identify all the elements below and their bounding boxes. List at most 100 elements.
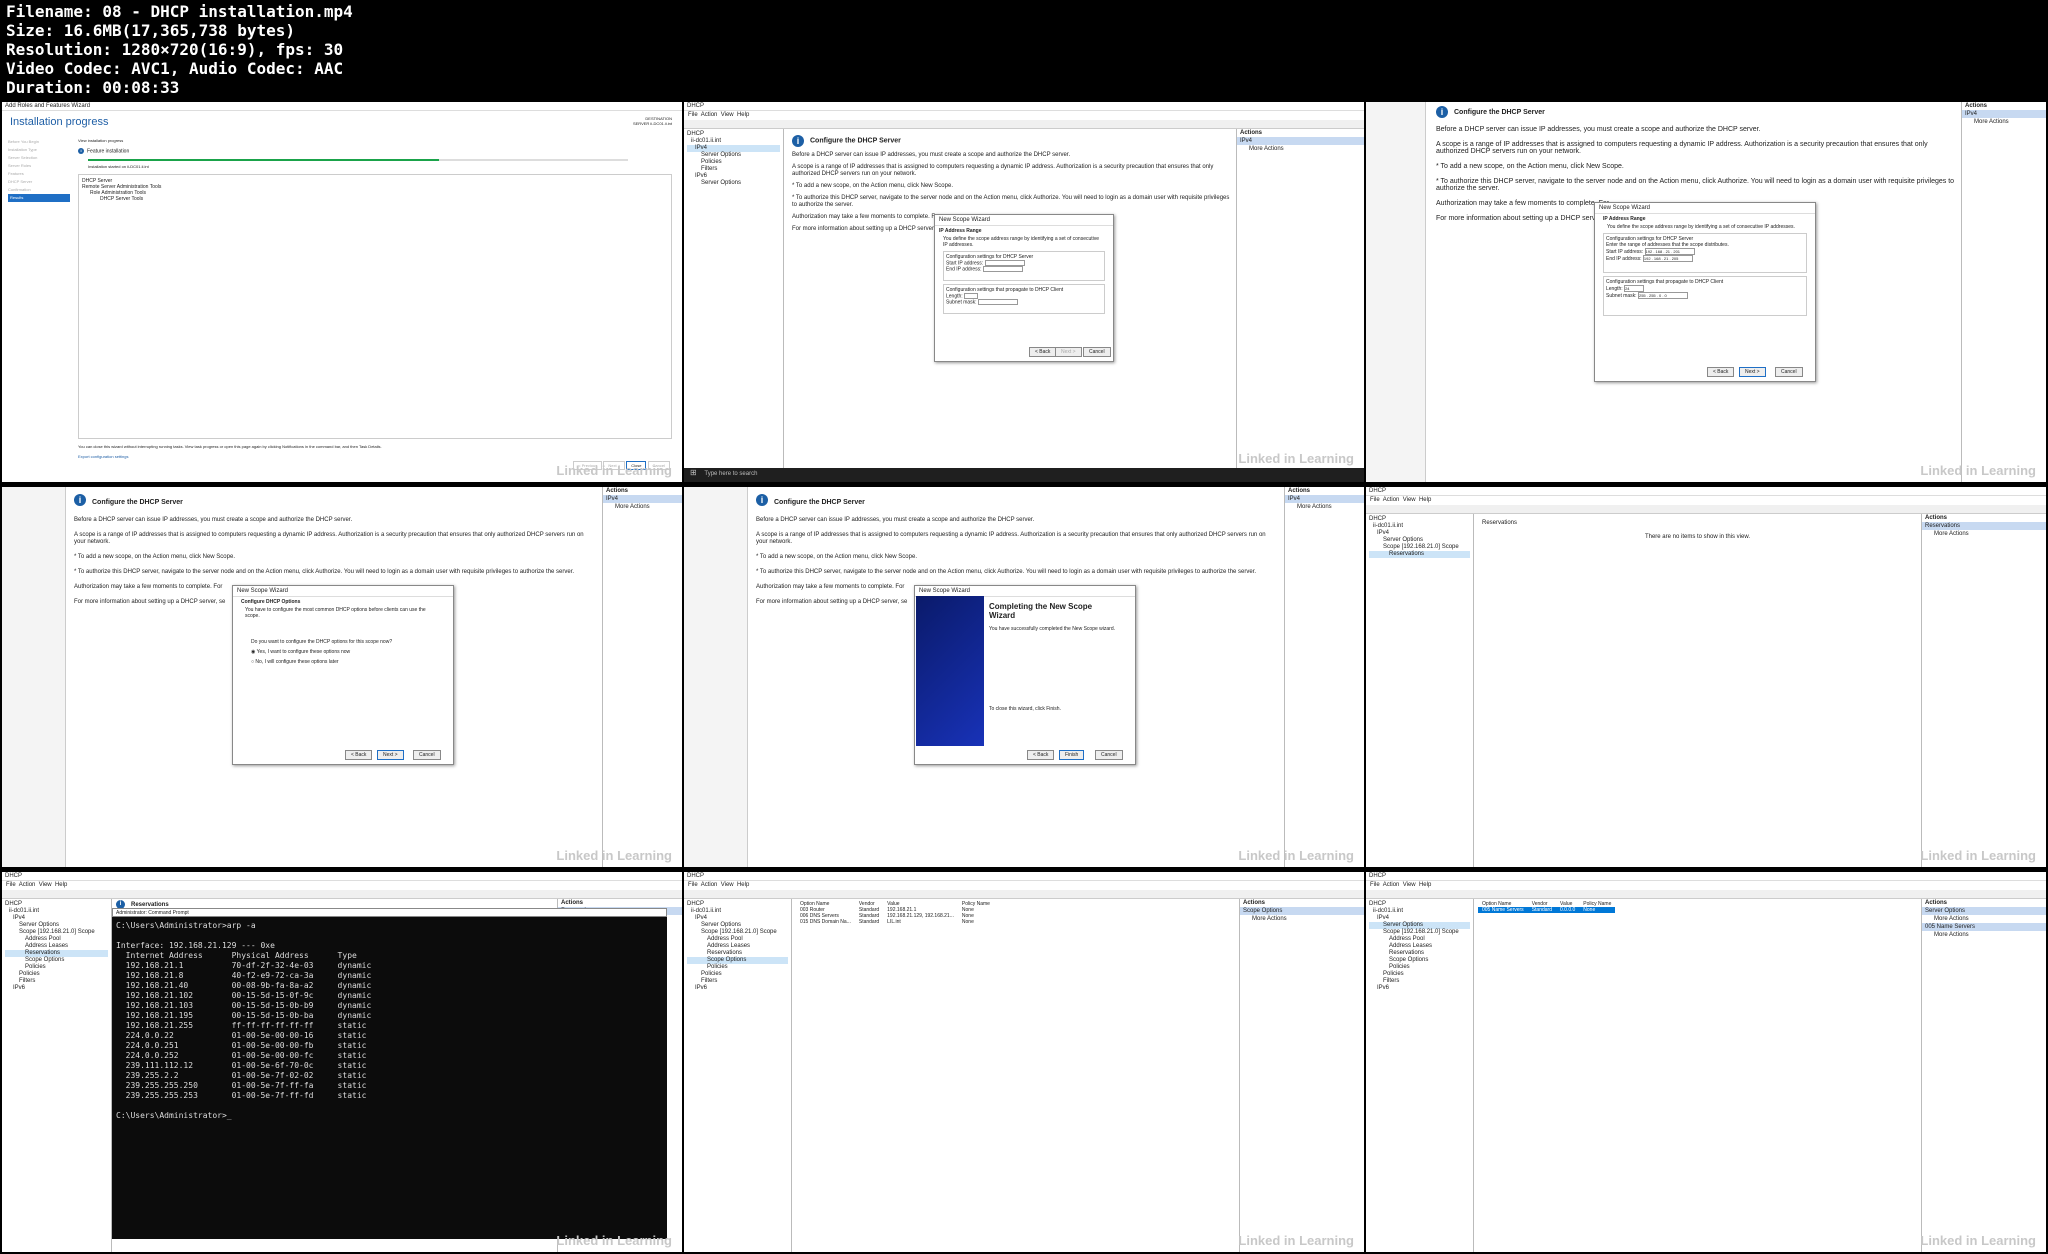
tree-node[interactable]: DHCP <box>1369 901 1470 908</box>
tree-node[interactable]: IPv4 <box>687 145 780 152</box>
more-actions[interactable]: More Actions <box>1285 503 1364 511</box>
menu-help[interactable]: Help <box>1419 497 1431 503</box>
tree-node[interactable]: Filters <box>5 978 108 985</box>
menu-view[interactable]: View <box>721 882 734 888</box>
nav-item[interactable]: Before You Begin <box>8 138 70 146</box>
tree-node[interactable]: Server Options <box>1369 537 1470 544</box>
back-button[interactable]: < Back <box>1029 347 1057 357</box>
more-actions[interactable]: More Actions <box>1237 145 1364 153</box>
actions-reservations[interactable]: Reservations <box>1922 522 2046 530</box>
tree-node[interactable]: Filters <box>687 166 780 173</box>
actions-name-servers[interactable]: 005 Name Servers <box>1922 923 2046 931</box>
subnet-input[interactable]: 255 . 255 . 0 . 0 <box>1637 292 1688 299</box>
radio-yes[interactable]: ◉ Yes, I want to configure these options… <box>233 647 453 657</box>
tree-node[interactable]: IPv4 <box>1369 915 1470 922</box>
menu-view[interactable]: View <box>39 882 52 888</box>
start-ip-input[interactable]: 192 . 168 . 21 . 201 <box>1644 248 1695 255</box>
menu-action[interactable]: Action <box>701 882 718 888</box>
tree-node[interactable]: DHCP <box>1369 516 1470 523</box>
actions-ipv4[interactable]: IPv4 <box>1237 137 1364 145</box>
menu-view[interactable]: View <box>721 112 734 118</box>
menu-help[interactable]: Help <box>1419 882 1431 888</box>
subnet-input[interactable] <box>977 299 1018 306</box>
tree-node[interactable]: Server Options <box>1369 922 1470 929</box>
tree-node[interactable]: Scope [192.168.21.0] Scope <box>687 929 788 936</box>
tree-node[interactable]: Scope Options <box>1369 957 1470 964</box>
nav-item[interactable]: Confirmation <box>8 186 70 194</box>
nav-item[interactable]: Server Selection <box>8 154 70 162</box>
menu-file[interactable]: File <box>1370 497 1380 503</box>
actions-server-options[interactable]: Server Options <box>1922 907 2046 915</box>
tree-node[interactable]: IPv6 <box>687 985 788 992</box>
tree-node[interactable]: IPv6 <box>687 173 780 180</box>
actions-ipv4[interactable]: IPv4 <box>1962 110 2046 118</box>
tree-node[interactable]: Server Options <box>687 152 780 159</box>
back-button[interactable]: < Back <box>345 750 373 760</box>
tree-node[interactable]: DHCP <box>687 901 788 908</box>
more-actions[interactable]: More Actions <box>1922 931 2046 939</box>
tree-node[interactable]: Scope [192.168.21.0] Scope <box>1369 929 1470 936</box>
tree-node[interactable]: Address Leases <box>5 943 108 950</box>
taskbar-search[interactable]: Type here to search <box>704 471 757 477</box>
tree-node[interactable]: Policies <box>687 964 788 971</box>
export-link[interactable]: Export configuration settings <box>78 454 128 459</box>
tree-node[interactable]: IPv4 <box>5 915 108 922</box>
tree-node[interactable]: Scope [192.168.21.0] Scope <box>1369 544 1470 551</box>
menu-file[interactable]: File <box>688 112 698 118</box>
tree-node[interactable]: Policies <box>5 964 108 971</box>
tree-node[interactable]: Policies <box>1369 964 1470 971</box>
tree-node[interactable]: DHCP <box>687 131 780 138</box>
start-ip-input[interactable] <box>984 260 1025 266</box>
windows-icon[interactable]: ⊞ <box>690 468 697 477</box>
table-row[interactable]: 005 Name Servers Standard 0.0.0.0 None <box>1478 907 1616 913</box>
menu-help[interactable]: Help <box>737 882 749 888</box>
menu-file[interactable]: File <box>688 882 698 888</box>
tree-node[interactable]: IPv4 <box>687 915 788 922</box>
table-row[interactable]: 015 DNS Domain Na... Standard LIL.int None <box>796 919 994 925</box>
end-ip-input[interactable]: 192 . 168 . 21 . 205 <box>1642 255 1693 262</box>
menu-action[interactable]: Action <box>19 882 36 888</box>
cmd-output[interactable]: C:\Users\Administrator>arp -a Interface:… <box>112 917 667 1239</box>
back-button[interactable]: < Back <box>1707 367 1735 377</box>
tree-node[interactable]: Filters <box>687 978 788 985</box>
menu-file[interactable]: File <box>1370 882 1380 888</box>
tree-node[interactable]: IPv6 <box>1369 985 1470 992</box>
tree-node[interactable]: Policies <box>687 971 788 978</box>
tree-node[interactable]: Server Options <box>687 180 780 187</box>
menu-view[interactable]: View <box>1403 882 1416 888</box>
more-actions[interactable]: More Actions <box>1240 915 1364 923</box>
menu-help[interactable]: Help <box>737 112 749 118</box>
actions-ipv4[interactable]: IPv4 <box>1285 495 1364 503</box>
length-input[interactable]: 24 <box>1624 285 1645 292</box>
end-ip-input[interactable] <box>982 266 1023 273</box>
back-button[interactable]: < Back <box>1027 750 1055 760</box>
menu-action[interactable]: Action <box>701 112 718 118</box>
tree-node[interactable]: Address Pool <box>687 936 788 943</box>
tree-node[interactable]: ii-dc01.ii.int <box>1369 908 1470 915</box>
tree-node[interactable]: Reservations <box>5 950 108 957</box>
tree-node[interactable]: IPv6 <box>5 985 108 992</box>
tree-node[interactable]: IPv4 <box>1369 530 1470 537</box>
menu-file[interactable]: File <box>6 882 16 888</box>
nav-item[interactable]: Installation Type <box>8 146 70 154</box>
length-input[interactable] <box>964 293 979 299</box>
tree-node[interactable]: Policies <box>5 971 108 978</box>
tree-node[interactable]: Reservations <box>1369 950 1470 957</box>
tree-node[interactable]: Reservations <box>687 950 788 957</box>
tree-node[interactable]: Policies <box>1369 971 1470 978</box>
tree-node[interactable]: Server Options <box>687 922 788 929</box>
cancel-button[interactable]: Cancel <box>1775 367 1803 377</box>
menu-action[interactable]: Action <box>1383 497 1400 503</box>
more-actions[interactable]: More Actions <box>1922 915 2046 923</box>
nav-item-results[interactable]: Results <box>8 194 70 202</box>
next-button[interactable]: Next > <box>1739 367 1766 377</box>
tree-node[interactable]: Scope Options <box>5 957 108 964</box>
menu-action[interactable]: Action <box>1383 882 1400 888</box>
actions-scope-options[interactable]: Scope Options <box>1240 907 1364 915</box>
next-button[interactable]: Next > <box>377 750 404 760</box>
cancel-button[interactable]: Cancel <box>1083 347 1111 357</box>
cancel-button[interactable]: Cancel <box>413 750 441 760</box>
nav-item[interactable]: Server Roles <box>8 162 70 170</box>
tree-node[interactable]: Server Options <box>5 922 108 929</box>
nav-item[interactable]: Features <box>8 170 70 178</box>
